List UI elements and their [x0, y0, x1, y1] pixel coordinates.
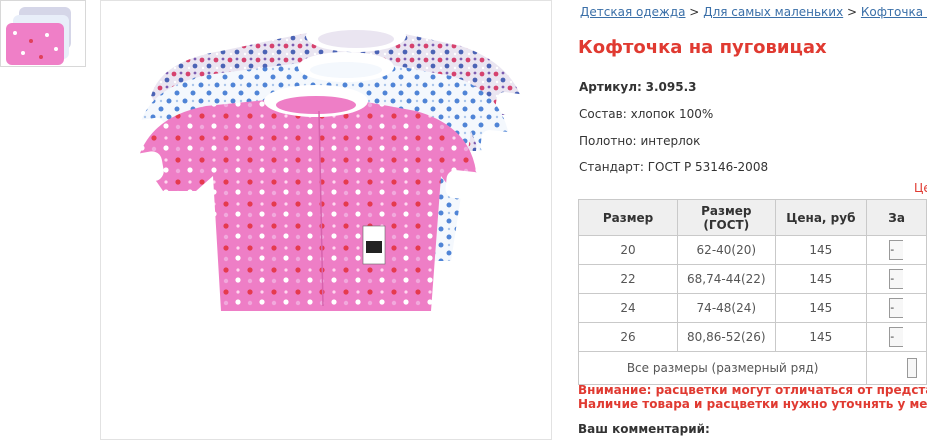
- thumbnail-image: [6, 7, 71, 65]
- column-header-gost-size: Размер (ГОСТ): [677, 199, 776, 236]
- table-row: 26 80,86-52(26) 145 -: [577, 322, 927, 352]
- color-warning: Внимание: расцветки могут отличаться от …: [578, 383, 927, 411]
- cell-size: 24: [577, 293, 679, 323]
- quantity-decrement-button[interactable]: -: [889, 298, 904, 318]
- prop-standard: Стандарт: ГОСТ Р 53146-2008: [579, 160, 768, 174]
- column-header-price: Цена, руб: [774, 199, 868, 236]
- breadcrumb-separator: >: [847, 5, 858, 19]
- table-header-row: Размер Размер (ГОСТ) Цена, руб За: [577, 199, 927, 236]
- breadcrumb-separator: >: [689, 5, 700, 19]
- prop-value: хлопок 100%: [630, 107, 714, 121]
- breadcrumb-link-current-product[interactable]: Кофточка 3.095.3: [861, 5, 927, 19]
- prop-label: Стандарт:: [579, 160, 644, 174]
- table-row: 22 68,74-44(22) 145 -: [577, 264, 927, 294]
- size-price-table: Размер Размер (ГОСТ) Цена, руб За 20 62-…: [577, 199, 927, 385]
- prop-value: интерлок: [640, 134, 701, 148]
- cell-price: 145: [774, 264, 868, 294]
- prop-composition: Состав: хлопок 100%: [579, 107, 713, 121]
- prop-article: Артикул: 3.095.3: [579, 80, 697, 94]
- cell-gost: 62-40(20): [677, 235, 776, 265]
- table-row: 20 62-40(20) 145 -: [577, 235, 927, 265]
- breadcrumb-link-kids-clothing[interactable]: Детская одежда: [580, 5, 685, 19]
- column-header-size: Размер: [577, 199, 679, 236]
- column-header-order: За: [866, 199, 927, 236]
- warning-line: Наличие товара и расцветки нужно уточнят…: [578, 397, 927, 411]
- prop-value: 3.095.3: [645, 80, 697, 94]
- cell-gost: 74-48(24): [677, 293, 776, 323]
- price-side-label: Це: [914, 181, 927, 195]
- quantity-decrement-button[interactable]: -: [889, 240, 904, 260]
- breadcrumb: Детская одежда > Для самых маленьких > К…: [580, 5, 927, 19]
- product-photo[interactable]: [100, 0, 552, 440]
- prop-value: ГОСТ Р 53146-2008: [647, 160, 769, 174]
- warning-line: Внимание: расцветки могут отличаться от …: [578, 383, 927, 397]
- prop-label: Состав:: [579, 107, 627, 121]
- prop-label: Полотно:: [579, 134, 637, 148]
- product-image: [122, 20, 532, 311]
- product-thumbnail[interactable]: [0, 0, 86, 67]
- cell-size: 20: [577, 235, 679, 265]
- table-row-all-sizes: Все размеры (размерный ряд): [577, 351, 927, 385]
- prop-label: Артикул:: [579, 80, 642, 94]
- cell-price: 145: [774, 322, 868, 352]
- quantity-decrement-button[interactable]: -: [889, 327, 904, 347]
- garment-pink: [122, 85, 483, 311]
- cell-gost: 80,86-52(26): [677, 322, 776, 352]
- table-row: 24 74-48(24) 145 -: [577, 293, 927, 323]
- cell-size: 26: [577, 322, 679, 352]
- cell-gost: 68,74-44(22): [677, 264, 776, 294]
- cell-price: 145: [774, 235, 868, 265]
- quantity-decrement-button[interactable]: -: [889, 269, 904, 289]
- cell-all-sizes: Все размеры (размерный ряд): [577, 351, 868, 385]
- all-sizes-quantity-input[interactable]: [907, 358, 918, 378]
- cell-size: 22: [577, 264, 679, 294]
- comment-label: Ваш комментарий:: [578, 422, 710, 436]
- prop-fabric: Полотно: интерлок: [579, 134, 700, 148]
- product-title: Кофточка на пуговицах: [578, 37, 827, 58]
- breadcrumb-link-newborns[interactable]: Для самых маленьких: [703, 5, 843, 19]
- cell-price: 145: [774, 293, 868, 323]
